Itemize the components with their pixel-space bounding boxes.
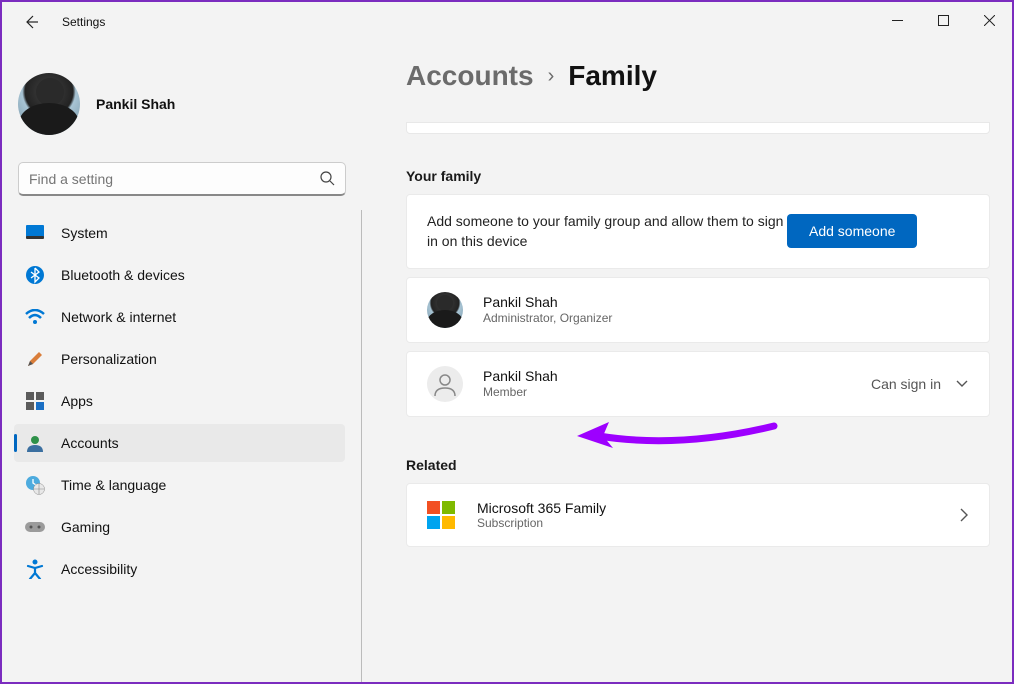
member-avatar [427, 292, 463, 328]
user-avatar [18, 73, 80, 135]
clock-globe-icon [25, 475, 45, 495]
member-avatar-generic [427, 366, 463, 402]
family-member-member[interactable]: Pankil Shah Member Can sign in [406, 351, 990, 417]
nav-label: Gaming [61, 519, 110, 535]
back-button[interactable] [14, 5, 48, 39]
back-arrow-icon [23, 14, 39, 30]
system-icon [25, 223, 45, 243]
nav-label: System [61, 225, 108, 241]
close-button[interactable] [966, 2, 1012, 38]
member-name: Pankil Shah [483, 368, 558, 384]
nav-network[interactable]: Network & internet [14, 298, 345, 336]
paintbrush-icon [25, 349, 45, 369]
nav-label: Accounts [61, 435, 119, 451]
member-role: Administrator, Organizer [483, 311, 612, 325]
nav-system[interactable]: System [14, 214, 345, 252]
maximize-button[interactable] [920, 2, 966, 38]
apps-icon [25, 391, 45, 411]
nav-label: Personalization [61, 351, 157, 367]
add-someone-card: Add someone to your family group and all… [406, 194, 990, 269]
window-controls [874, 2, 1012, 38]
bluetooth-icon [25, 265, 45, 285]
related-section-label: Related [406, 457, 990, 473]
nav-time-language[interactable]: Time & language [14, 466, 345, 504]
nav-label: Accessibility [61, 561, 137, 577]
add-someone-button[interactable]: Add someone [787, 214, 917, 248]
chevron-right-icon [959, 507, 969, 523]
related-m365-family[interactable]: Microsoft 365 Family Subscription [406, 483, 990, 547]
chevron-down-icon [955, 379, 969, 389]
nav-label: Apps [61, 393, 93, 409]
nav-personalization[interactable]: Personalization [14, 340, 345, 378]
related-subtitle: Subscription [477, 516, 606, 530]
member-role: Member [483, 385, 558, 399]
related-title: Microsoft 365 Family [477, 500, 606, 516]
accounts-icon [25, 433, 45, 453]
search-box[interactable] [18, 162, 346, 196]
nav-gaming[interactable]: Gaming [14, 508, 345, 546]
family-member-organizer[interactable]: Pankil Shah Administrator, Organizer [406, 277, 990, 343]
chevron-right-icon: › [548, 65, 555, 88]
close-icon [984, 15, 995, 26]
accessibility-icon [25, 559, 45, 579]
sidebar: Pankil Shah System Bluetooth & devices N… [2, 42, 362, 682]
breadcrumb-parent[interactable]: Accounts [406, 60, 534, 92]
titlebar: Settings [2, 2, 1012, 42]
page-title: Family [568, 60, 657, 92]
search-icon [320, 171, 335, 186]
nav-apps[interactable]: Apps [14, 382, 345, 420]
user-name: Pankil Shah [96, 96, 175, 112]
signin-status-dropdown[interactable]: Can sign in [871, 376, 969, 392]
nav-accessibility[interactable]: Accessibility [14, 550, 345, 588]
breadcrumb: Accounts › Family [406, 60, 990, 92]
nav-accounts[interactable]: Accounts [14, 424, 345, 462]
member-name: Pankil Shah [483, 294, 612, 310]
nav-label: Time & language [61, 477, 166, 493]
person-icon [427, 366, 463, 402]
main-content: Accounts › Family Your family Add someon… [362, 42, 1012, 682]
nav-label: Network & internet [61, 309, 176, 325]
family-section-label: Your family [406, 168, 990, 184]
nav-bluetooth[interactable]: Bluetooth & devices [14, 256, 345, 294]
window-title: Settings [62, 15, 105, 29]
search-input[interactable] [29, 171, 320, 187]
nav-label: Bluetooth & devices [61, 267, 185, 283]
add-someone-text: Add someone to your family group and all… [427, 211, 787, 252]
minimize-button[interactable] [874, 2, 920, 38]
signin-status-text: Can sign in [871, 376, 941, 392]
minimize-icon [892, 15, 903, 26]
gamepad-icon [25, 517, 45, 537]
microsoft-logo-icon [427, 501, 455, 529]
collapsed-card-edge [406, 122, 990, 134]
profile-block[interactable]: Pankil Shah [2, 64, 362, 144]
wifi-icon [25, 307, 45, 327]
nav-list: System Bluetooth & devices Network & int… [2, 210, 362, 682]
maximize-icon [938, 15, 949, 26]
